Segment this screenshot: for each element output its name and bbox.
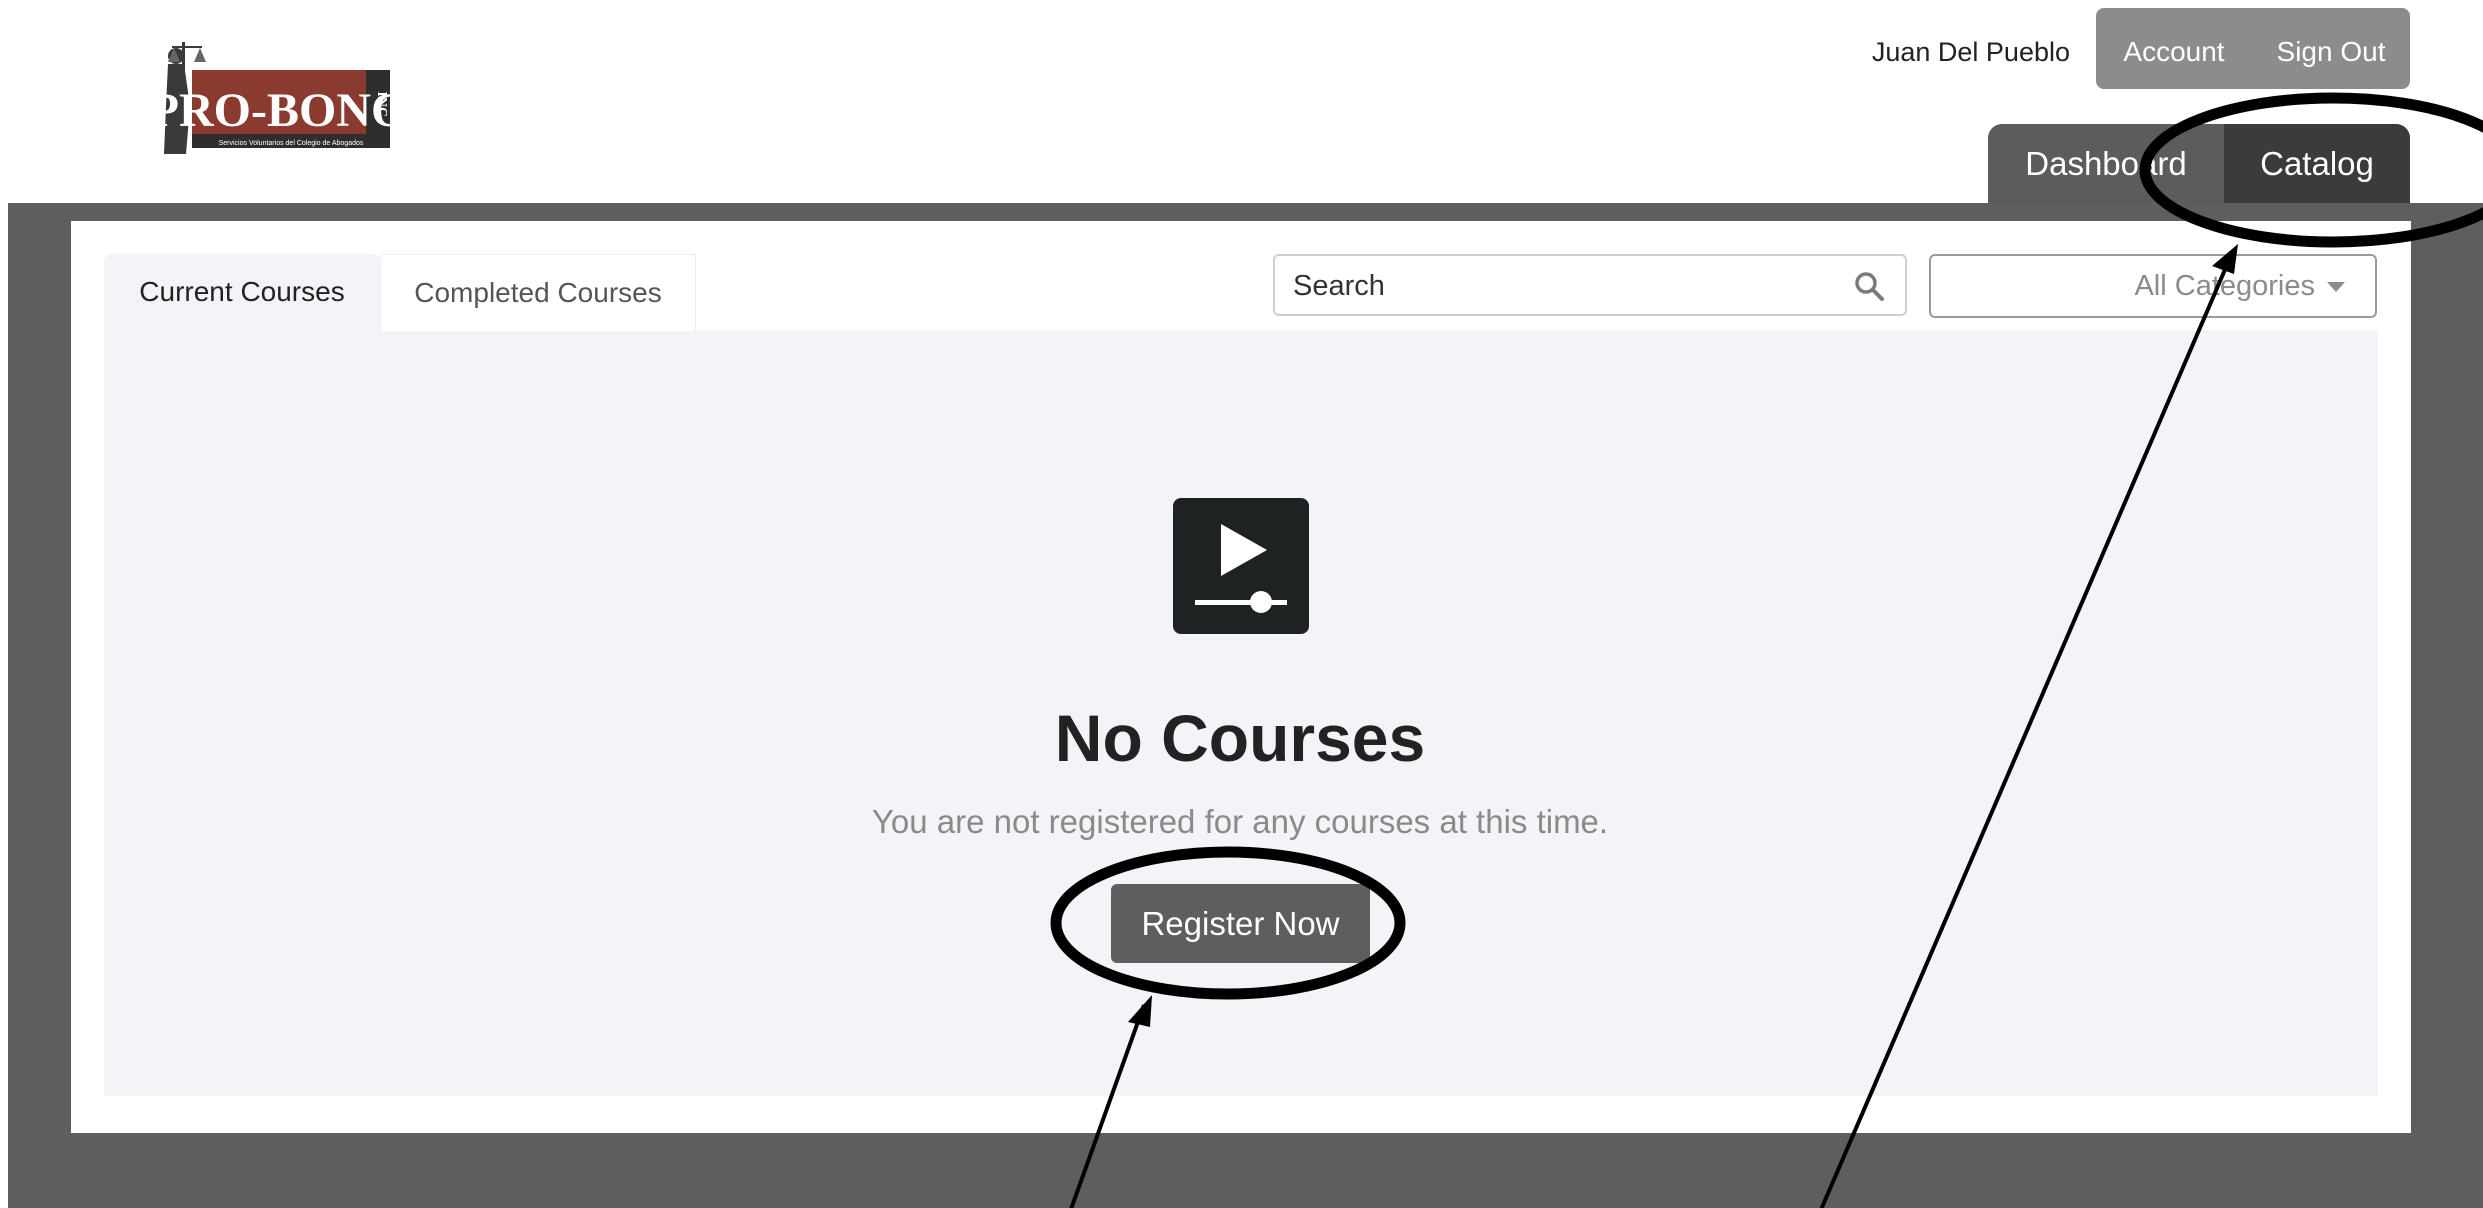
logo-tagline: Servicios Voluntarios del Colegio de Abo… <box>219 140 364 147</box>
search-input[interactable] <box>1291 264 1835 308</box>
user-name: Juan Del Pueblo <box>1871 37 2070 67</box>
account-bar: Account Sign Out <box>2096 8 2410 89</box>
register-now-button[interactable]: Register Now <box>1111 884 1370 963</box>
empty-state-title: No Courses <box>1054 701 1426 775</box>
empty-state-message: You are not registered for any courses a… <box>871 803 1609 840</box>
nav-dashboard[interactable]: Dashboard <box>1988 124 2224 204</box>
chevron-down-icon <box>2327 282 2345 292</box>
tab-completed-courses[interactable]: Completed Courses <box>380 254 696 331</box>
categories-selected: All Categories <box>2134 270 2315 302</box>
logo-suffix: INC. <box>374 91 389 120</box>
sign-out-button[interactable]: Sign Out <box>2252 8 2410 89</box>
pro-bono-logo[interactable]: PRO-BONO INC. Servicios Voluntarios del … <box>146 36 408 156</box>
video-player-icon <box>1173 498 1309 634</box>
account-button[interactable]: Account <box>2096 8 2252 89</box>
logo-text: PRO-BONO <box>150 84 396 137</box>
search-icon[interactable] <box>1853 270 1885 302</box>
nav-catalog[interactable]: Catalog <box>2224 124 2410 204</box>
main-nav: Dashboard Catalog <box>1988 124 2410 204</box>
search-box <box>1273 254 1907 316</box>
categories-dropdown[interactable]: All Categories <box>1929 254 2377 318</box>
logo-graphic: PRO-BONO INC. Servicios Voluntarios del … <box>150 42 408 154</box>
tab-current-courses[interactable]: Current Courses <box>104 254 380 330</box>
